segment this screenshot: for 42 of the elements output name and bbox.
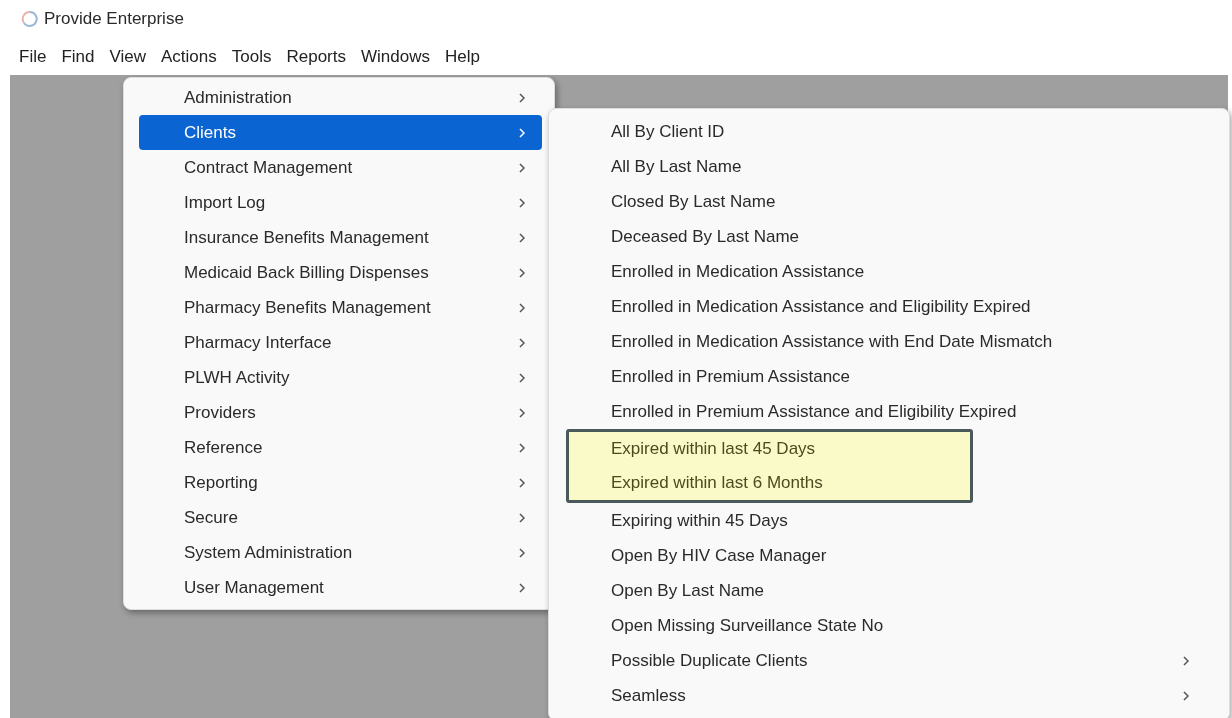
app-logo-icon: [20, 9, 40, 29]
menu-bar-item[interactable]: Find: [61, 46, 104, 67]
menu-item[interactable]: Providers: [139, 395, 542, 430]
menu-bar-item[interactable]: Windows: [361, 46, 439, 67]
menu-item[interactable]: Seamless: [549, 678, 1229, 713]
menu-item[interactable]: User Management: [139, 570, 542, 605]
menu-item[interactable]: Enrolled in Premium Assistance: [549, 359, 1229, 394]
menu-item[interactable]: Expiring within 45 Days: [549, 503, 1229, 538]
menu-item[interactable]: Clients: [139, 115, 542, 150]
menu-item[interactable]: Contract Management: [139, 150, 542, 185]
menu-item[interactable]: PLWH Activity: [139, 360, 542, 395]
menu-item[interactable]: Enrolled in Medication Assistance with End Date Mismatch: [549, 324, 1229, 359]
menu-item[interactable]: Enrolled in Medication Assistance and Eligibility Expired: [549, 289, 1229, 324]
menu-item[interactable]: All By Last Name: [549, 149, 1229, 184]
menu-item[interactable]: Administration: [139, 80, 542, 115]
menu-item[interactable]: Expired within last 45 Days: [569, 432, 970, 466]
menu-item[interactable]: System Administration: [139, 535, 542, 570]
menu-item[interactable]: Open By HIV Case Manager: [549, 538, 1229, 573]
menu-item[interactable]: Expired within last 6 Months: [569, 466, 970, 500]
menu-item[interactable]: Pharmacy Interface: [139, 325, 542, 360]
menu-item[interactable]: Enrolled in Premium Assistance and Eligibility Expired: [549, 394, 1229, 429]
menu-item[interactable]: Deceased By Last Name: [549, 219, 1229, 254]
menu-item[interactable]: Reference: [139, 430, 542, 465]
menu-item[interactable]: Closed By Last Name: [549, 184, 1229, 219]
window-title: Provide Enterprise: [44, 9, 184, 29]
menu-item[interactable]: Pharmacy Benefits Management: [139, 290, 542, 325]
menu-bar-item[interactable]: View: [109, 46, 156, 67]
menu-item[interactable]: Open Missing Surveillance State No: [549, 608, 1229, 643]
menu-item[interactable]: Insurance Benefits Management: [139, 220, 542, 255]
menu-item[interactable]: Enrolled in Medication Assistance: [549, 254, 1229, 289]
menu-item[interactable]: All By Client ID: [549, 114, 1229, 149]
menu-bar-item[interactable]: Reports: [286, 46, 355, 67]
menu-bar-item[interactable]: File: [19, 46, 56, 67]
menu-item[interactable]: Secure: [139, 500, 542, 535]
menu-item[interactable]: Possible Duplicate Clients: [549, 643, 1229, 678]
menu-item[interactable]: Reporting: [139, 465, 542, 500]
menu-item[interactable]: Open By Last Name: [549, 573, 1229, 608]
menu-bar-item[interactable]: Tools: [231, 46, 281, 67]
menu-bar-item[interactable]: Actions: [161, 46, 226, 67]
menu-item[interactable]: Medicaid Back Billing Dispenses: [139, 255, 542, 290]
menu-bar-item[interactable]: Help: [444, 46, 489, 67]
menu-item[interactable]: Import Log: [139, 185, 542, 220]
